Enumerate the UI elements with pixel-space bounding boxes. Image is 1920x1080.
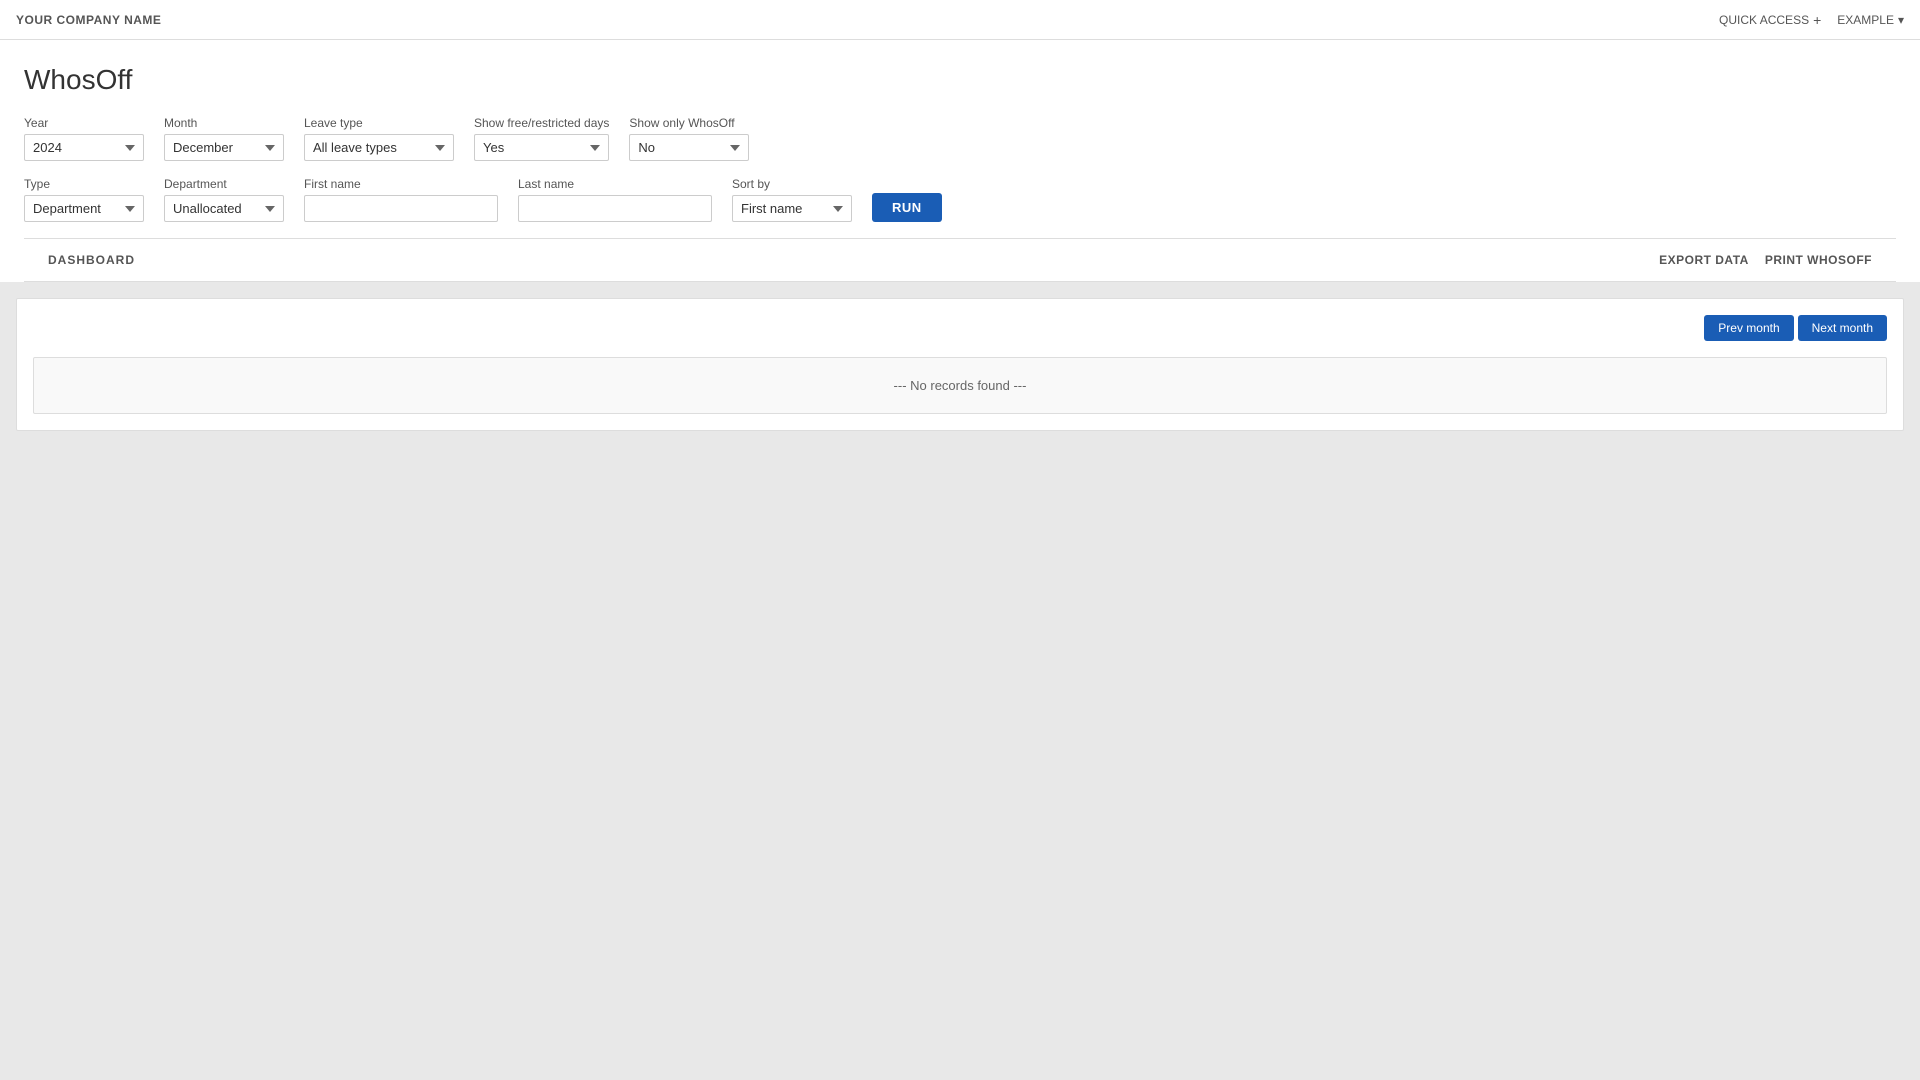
type-filter-group: Type Department Individual [24,177,144,222]
dashboard-link[interactable]: DASHBOARD [48,253,135,267]
last-name-label: Last name [518,177,712,191]
top-nav-right: QUICK ACCESS + EXAMPLE ▾ [1719,12,1904,28]
page-title: WhosOff [24,64,1896,96]
run-button[interactable]: RUN [872,193,942,222]
sub-nav-actions: EXPORT DATA PRINT WHOSOFF [1659,253,1872,267]
report-card: Prev month Next month --- No records fou… [16,298,1904,431]
sort-by-select[interactable]: First name Last name Department [732,195,852,222]
year-label: Year [24,116,144,130]
leave-type-label: Leave type [304,116,454,130]
month-navigation: Prev month Next month [1704,315,1887,341]
example-menu-button[interactable]: EXAMPLE ▾ [1837,13,1904,27]
first-name-input[interactable] [304,195,498,222]
department-filter-group: Department Unallocated HR Engineering Sa… [164,177,284,222]
next-month-button[interactable]: Next month [1798,315,1887,341]
main-content: WhosOff Year 2022 2023 2024 2025 Month J… [0,40,1920,282]
export-data-link[interactable]: EXPORT DATA [1659,253,1749,267]
first-name-label: First name [304,177,498,191]
show-only-whosoff-filter-group: Show only WhosOff Yes No [629,116,749,161]
leave-type-filter-group: Leave type All leave types Annual Leave … [304,116,454,161]
last-name-input[interactable] [518,195,712,222]
month-select[interactable]: JanuaryFebruaryMarch AprilMayJune JulyAu… [164,134,284,161]
show-free-restricted-label: Show free/restricted days [474,116,609,130]
leave-type-select[interactable]: All leave types Annual Leave Sick Leave … [304,134,454,161]
quick-access-label: QUICK ACCESS [1719,13,1809,27]
first-name-filter-group: First name [304,177,498,222]
example-chevron-icon: ▾ [1898,13,1904,27]
show-free-restricted-select[interactable]: Yes No [474,134,609,161]
last-name-filter-group: Last name [518,177,712,222]
month-filter-group: Month JanuaryFebruaryMarch AprilMayJune … [164,116,284,161]
example-label: EXAMPLE [1837,13,1894,27]
year-filter-group: Year 2022 2023 2024 2025 [24,116,144,161]
show-free-restricted-filter-group: Show free/restricted days Yes No [474,116,609,161]
month-label: Month [164,116,284,130]
quick-access-button[interactable]: QUICK ACCESS + [1719,12,1821,28]
sort-by-label: Sort by [732,177,852,191]
filter-row-1: Year 2022 2023 2024 2025 Month JanuaryFe… [24,116,1896,161]
top-navigation: YOUR COMPANY NAME QUICK ACCESS + EXAMPLE… [0,0,1920,40]
type-label: Type [24,177,144,191]
sort-by-filter-group: Sort by First name Last name Department [732,177,852,222]
no-records-text: --- No records found --- [894,378,1027,393]
report-area: Prev month Next month --- No records fou… [0,282,1920,882]
filter-row-2: Type Department Individual Department Un… [24,177,1896,222]
year-select[interactable]: 2022 2023 2024 2025 [24,134,144,161]
print-whosoff-link[interactable]: PRINT WHOSOFF [1765,253,1872,267]
report-card-header: Prev month Next month [33,315,1887,341]
show-only-whosoff-select[interactable]: Yes No [629,134,749,161]
prev-month-button[interactable]: Prev month [1704,315,1793,341]
no-records-message: --- No records found --- [33,357,1887,414]
quick-access-plus-icon: + [1813,12,1821,28]
type-select[interactable]: Department Individual [24,195,144,222]
sub-navigation: DASHBOARD EXPORT DATA PRINT WHOSOFF [24,238,1896,282]
department-select[interactable]: Unallocated HR Engineering Sales [164,195,284,222]
department-label: Department [164,177,284,191]
company-name: YOUR COMPANY NAME [16,13,161,27]
show-only-whosoff-label: Show only WhosOff [629,116,749,130]
